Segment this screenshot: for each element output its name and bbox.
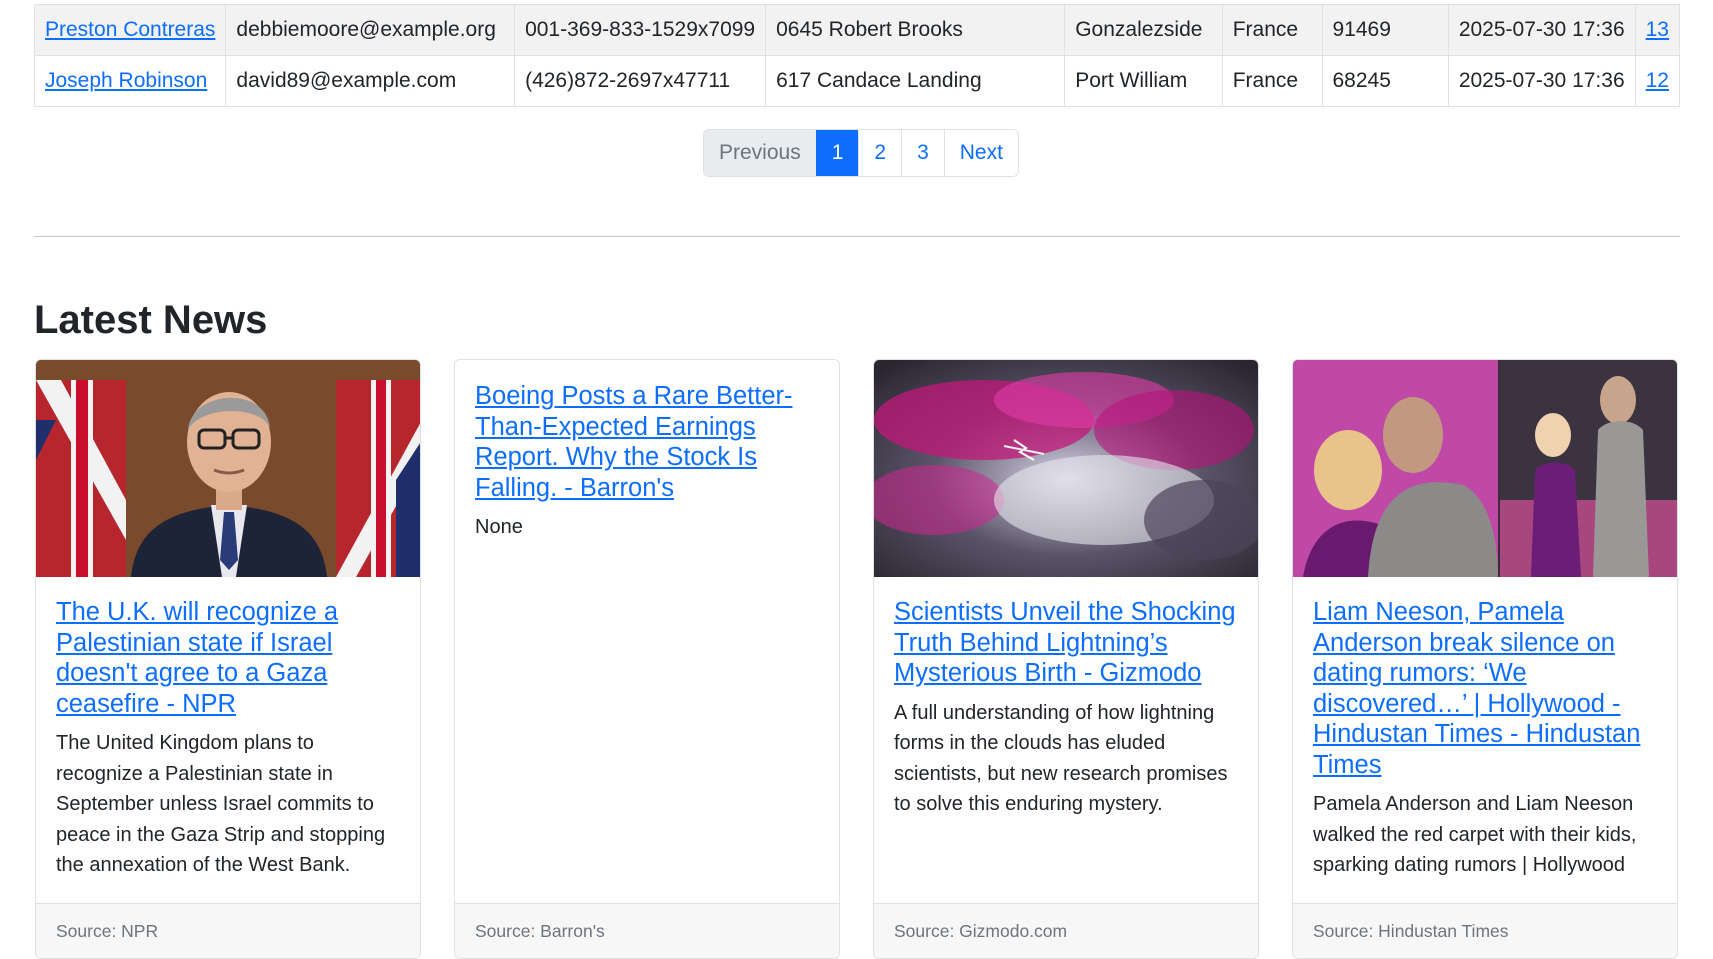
city-cell: Gonzalezside (1064, 4, 1223, 56)
user-name-link[interactable]: Joseph Robinson (45, 69, 207, 92)
page-1-button[interactable]: 1 (815, 130, 859, 176)
users-table: Preston Contreras debbiemoore@example.or… (33, 4, 1681, 107)
news-card: Liam Neeson, Pamela Anderson break silen… (1292, 359, 1678, 959)
page: Preston Contreras debbiemoore@example.or… (0, 0, 1713, 959)
country-cell: France (1221, 4, 1323, 56)
news-card-footer: Source: Gizmodo.com (874, 903, 1258, 958)
page-3-button[interactable]: 3 (901, 130, 944, 176)
news-headline-link[interactable]: The U.K. will recognize a Palestinian st… (56, 597, 400, 719)
section-divider (34, 236, 1680, 237)
id-link[interactable]: 12 (1646, 69, 1669, 92)
news-card-body: The U.K. will recognize a Palestinian st… (36, 577, 420, 881)
id-link[interactable]: 13 (1646, 18, 1669, 41)
news-card: Scientists Unveil the Shocking Truth Beh… (873, 359, 1259, 959)
news-card-body: Scientists Unveil the Shocking Truth Beh… (874, 577, 1258, 820)
news-card-body: Liam Neeson, Pamela Anderson break silen… (1293, 577, 1677, 881)
email-cell: david89@example.com (225, 55, 516, 107)
news-headline-link[interactable]: Scientists Unveil the Shocking Truth Beh… (894, 597, 1238, 689)
news-source: Source: Barron's (475, 921, 605, 941)
email-cell: debbiemoore@example.org (225, 4, 516, 56)
news-source: Source: Hindustan Times (1313, 921, 1509, 941)
news-description: The United Kingdom plans to recognize a … (56, 732, 386, 876)
address-cell: 0645 Robert Brooks (765, 4, 1066, 56)
news-source: Source: NPR (56, 921, 159, 941)
country-cell: France (1221, 55, 1323, 107)
name-cell: Joseph Robinson (33, 55, 227, 107)
news-heading: Latest News (34, 298, 268, 342)
previous-page-button[interactable]: Previous (704, 130, 816, 176)
news-card-footer: Source: NPR (36, 903, 420, 958)
page-2-button[interactable]: 2 (858, 130, 902, 176)
news-headline-link[interactable]: Liam Neeson, Pamela Anderson break silen… (1313, 597, 1657, 780)
zip-cell: 91469 (1321, 4, 1449, 56)
news-source: Source: Gizmodo.com (894, 921, 1068, 941)
news-image (874, 360, 1258, 577)
news-headline-link[interactable]: Boeing Posts a Rare Better-Than-Expected… (475, 381, 819, 503)
table-row: Preston Contreras debbiemoore@example.or… (33, 4, 1681, 56)
zip-cell: 68245 (1321, 55, 1449, 107)
news-description: Pamela Anderson and Liam Neeson walked t… (1313, 793, 1637, 876)
date-cell: 2025-07-30 17:36 (1447, 4, 1636, 56)
date-cell: 2025-07-30 17:36 (1447, 55, 1636, 107)
user-name-link[interactable]: Preston Contreras (45, 18, 215, 41)
id-cell: 12 (1634, 55, 1681, 107)
news-image (1293, 360, 1677, 577)
news-image (36, 360, 420, 577)
news-description: None (475, 516, 523, 538)
news-card: Boeing Posts a Rare Better-Than-Expected… (454, 359, 840, 959)
city-cell: Port William (1064, 55, 1223, 107)
name-cell: Preston Contreras (33, 4, 227, 56)
news-description: A full understanding of how lightning fo… (894, 701, 1228, 816)
table-row: Joseph Robinson david89@example.com (426… (33, 55, 1681, 107)
news-card: The U.K. will recognize a Palestinian st… (35, 359, 421, 959)
pagination: Previous 1 2 3 Next (703, 129, 1019, 177)
news-card-body: Boeing Posts a Rare Better-Than-Expected… (455, 360, 839, 543)
phone-cell: (426)872-2697x47711 (514, 55, 767, 107)
phone-cell: 001-369-833-1529x7099 (514, 4, 767, 56)
next-page-button[interactable]: Next (943, 130, 1018, 176)
news-card-footer: Source: Barron's (455, 903, 839, 958)
id-cell: 13 (1634, 4, 1681, 56)
news-card-footer: Source: Hindustan Times (1293, 903, 1677, 958)
address-cell: 617 Candace Landing (765, 55, 1066, 107)
